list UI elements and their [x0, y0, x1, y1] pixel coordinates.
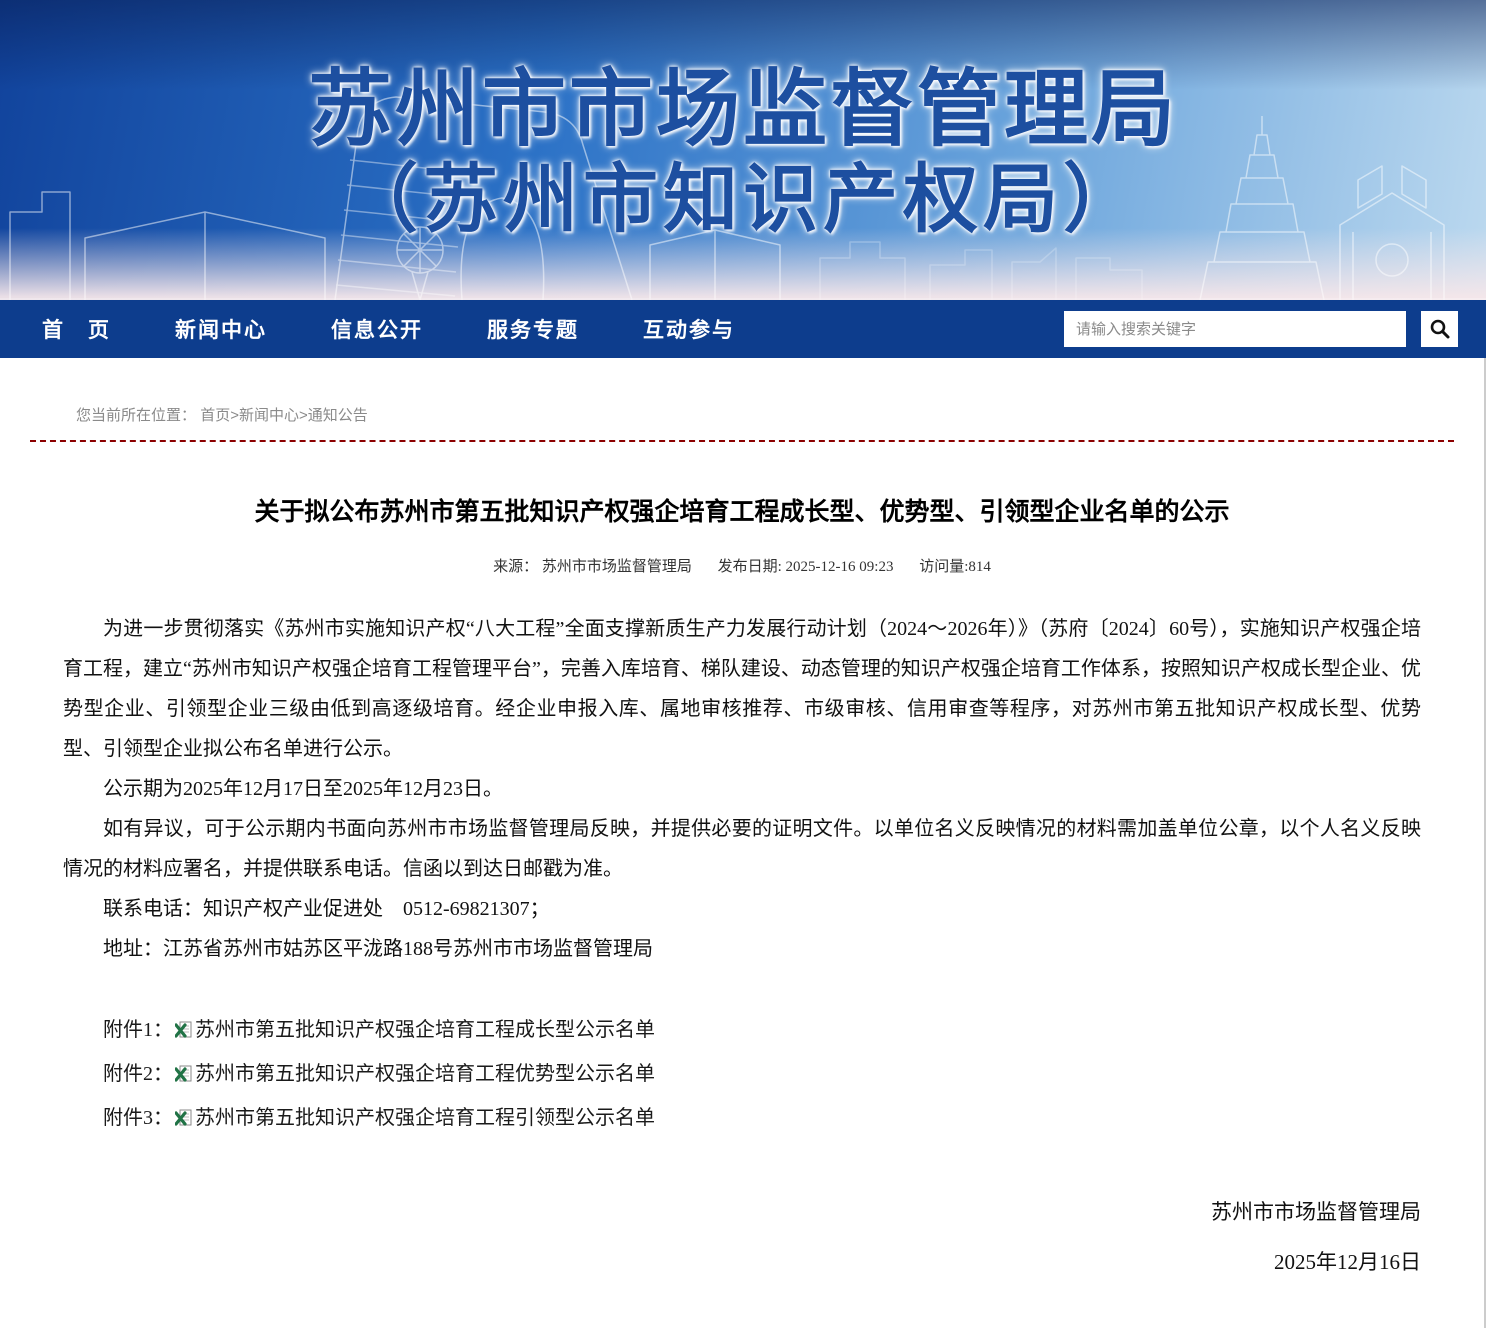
nav-item-interact[interactable]: 互动参与: [643, 314, 735, 344]
excel-icon: [175, 1011, 192, 1053]
search-button[interactable]: [1421, 311, 1458, 347]
paragraph: 公示期为2025年12月17日至2025年12月23日。: [63, 769, 1421, 809]
dashed-divider: [30, 440, 1454, 442]
article-signature: 苏州市市场监督管理局 2025年12月16日: [63, 1187, 1421, 1287]
attachment-label: 附件3：: [103, 1107, 173, 1129]
paragraph: 地址：江苏省苏州市姑苏区平泷路188号苏州市市场监督管理局: [63, 929, 1421, 969]
attachment-label: 附件2：: [103, 1063, 173, 1085]
attachment-link[interactable]: 苏州市第五批知识产权强企培育工程引领型公示名单: [195, 1107, 655, 1129]
breadcrumb-news[interactable]: 新闻中心: [239, 407, 299, 424]
paragraph: 为进一步贯彻落实《苏州市实施知识产权“八大工程”全面支撑新质生产力发展行动计划（…: [63, 609, 1421, 769]
site-banner: 苏州市市场监督管理局 （苏州市知识产权局）: [0, 0, 1486, 300]
attachment-row: 附件3： 苏州市第五批知识产权强企培育工程引领型公示名单: [63, 1097, 1421, 1141]
content-area: 您当前所在位置： 首页>新闻中心>通知公告 关于拟公布苏州市第五批知识产权强企培…: [0, 358, 1486, 1328]
main-navbar: 首 页 新闻中心 信息公开 服务专题 互动参与: [0, 300, 1486, 358]
attachment-link[interactable]: 苏州市第五批知识产权强企培育工程优势型公示名单: [195, 1063, 655, 1085]
article-body: 为进一步贯彻落实《苏州市实施知识产权“八大工程”全面支撑新质生产力发展行动计划（…: [63, 609, 1421, 969]
breadcrumb-separator: >: [230, 407, 239, 424]
attachment-row: 附件1： 苏州市第五批知识产权强企培育工程成长型公示名单: [63, 1009, 1421, 1053]
breadcrumb-notices[interactable]: 通知公告: [308, 407, 368, 424]
breadcrumb: 您当前所在位置： 首页>新闻中心>通知公告: [0, 358, 1484, 425]
breadcrumb-label: 您当前所在位置：: [76, 407, 196, 424]
paragraph: 联系电话：知识产权产业促进处 0512-69821307；: [63, 889, 1421, 929]
excel-icon: [175, 1055, 192, 1097]
search-icon: [1429, 318, 1451, 340]
attachment-row: 附件2： 苏州市第五批知识产权强企培育工程优势型公示名单: [63, 1053, 1421, 1097]
nav-item-info[interactable]: 信息公开: [331, 314, 423, 344]
excel-icon: [175, 1099, 192, 1141]
attachment-label: 附件1：: [103, 1019, 173, 1041]
site-title-line2: （苏州市知识产权局）: [0, 138, 1486, 247]
signature-date: 2025年12月16日: [63, 1237, 1421, 1287]
meta-publish-date: 发布日期: 2025-12-16 09:23: [718, 559, 894, 575]
search-bar: [1064, 311, 1458, 347]
attachments-list: 附件1： 苏州市第五批知识产权强企培育工程成长型公示名单 附件2： 苏州市第五批知识…: [63, 1009, 1421, 1141]
paragraph: 如有异议，可于公示期内书面向苏州市市场监督管理局反映，并提供必要的证明文件。以单…: [63, 809, 1421, 889]
nav-item-services[interactable]: 服务专题: [487, 314, 579, 344]
page: 苏州市市场监督管理局 （苏州市知识产权局） 首 页 新闻中心 信息公开 服务专题…: [0, 0, 1486, 1328]
attachment-link[interactable]: 苏州市第五批知识产权强企培育工程成长型公示名单: [195, 1019, 655, 1041]
page-title: 关于拟公布苏州市第五批知识产权强企培育工程成长型、优势型、引领型企业名单的公示: [80, 492, 1404, 528]
article-meta: 来源： 苏州市市场监督管理局 发布日期: 2025-12-16 09:23 访问…: [0, 555, 1484, 576]
meta-view-count: 访问量:814: [919, 559, 991, 575]
breadcrumb-home[interactable]: 首页: [200, 407, 230, 424]
breadcrumb-separator: >: [299, 407, 308, 424]
nav-item-news[interactable]: 新闻中心: [175, 314, 267, 344]
meta-source: 来源： 苏州市市场监督管理局: [493, 559, 692, 575]
nav-item-home[interactable]: 首 页: [42, 314, 111, 344]
search-input[interactable]: [1064, 311, 1406, 347]
signature-org: 苏州市市场监督管理局: [63, 1187, 1421, 1237]
